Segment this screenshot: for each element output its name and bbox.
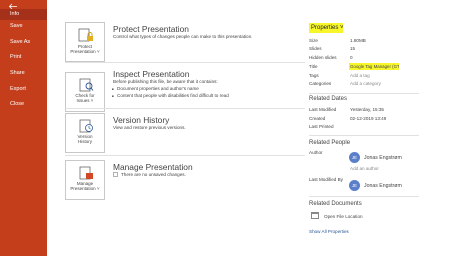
last-modified-by-name[interactable]: Jonas Engstrøm [364,183,402,189]
backstage-sidebar: Info Save Save As Print Share Export Clo… [0,0,47,256]
properties-dropdown[interactable]: Properties ˅ [309,23,344,33]
inspect-section: Check for Issues ˅ Inspect Presentation … [65,69,300,112]
protect-presentation-button[interactable]: Protect Presentation ˅ [65,22,105,62]
lock-icon [78,28,93,42]
property-label: Tags [309,73,319,78]
divider [65,155,305,156]
title-field[interactable]: Google Tag Manager (GT [349,63,399,70]
related-dates-heading: Related Dates [309,96,348,102]
card-label-line-2: Presentation ˅ [70,186,100,191]
sidebar-item-export[interactable]: Export [0,84,47,95]
property-label: Title [309,64,318,69]
author-label: Author [309,150,323,155]
author-name[interactable]: Jonas Engstrøm [364,155,402,161]
property-value: 15 [350,46,356,51]
section-title: Version History [113,115,170,125]
date-label: Created [309,116,326,121]
bullet-item: Content that people with disabilities fi… [112,93,229,98]
date-label: Last Modified [309,107,337,112]
document-icon [113,172,118,177]
version-history-icon [79,119,93,133]
version-history-button[interactable]: Version History [65,113,105,153]
section-title: Protect Presentation [113,24,189,34]
show-all-properties-link[interactable]: Show All Properties [309,229,349,234]
manage-presentation-icon [79,166,93,180]
last-modified-by-label: Last Modified By [309,177,343,182]
sidebar-item-save[interactable]: Save [0,21,47,32]
date-value: Yesterday, 15:35 [350,107,384,112]
property-label: Size [309,38,318,43]
card-label-line-2: Issues ˅ [76,98,94,103]
section-description: There are no unsaved changes. [121,172,186,177]
folder-icon [311,212,319,219]
divider [309,135,419,136]
sidebar-item-save-as[interactable]: Save As [0,37,47,48]
inspect-document-icon [79,78,94,92]
open-file-location-link[interactable]: Open File Location [324,214,363,219]
manage-presentation-section: Manage Presentation ˅ Manage Presentatio… [65,160,300,200]
property-label: Hidden slides [309,55,337,60]
version-history-section: Version History Version History View and… [65,113,300,153]
date-value: 02-12-2019 13:49 [350,116,387,121]
section-description: View and restore previous versions. [113,125,186,130]
sidebar-item-info[interactable]: Info [0,9,47,20]
add-author-link[interactable]: Add an author [350,166,379,171]
section-title: Inspect Presentation [113,69,190,79]
section-description: Before publishing this file, be aware th… [113,79,218,84]
info-main-panel: Protect Presentation ˅ Protect Presentat… [47,0,474,256]
tags-field[interactable]: Add a tag [350,73,370,78]
card-label-line-2: Presentation ˅ [70,49,100,54]
divider [65,108,305,109]
related-documents-heading: Related Documents [309,201,362,207]
card-label-line-2: History [77,139,92,144]
protect-section: Protect Presentation ˅ Protect Presentat… [65,22,300,66]
related-people-heading: Related People [309,140,351,146]
property-label: Slides [309,46,322,51]
divider [309,93,419,94]
property-value: 1.80MB [350,38,366,43]
categories-field[interactable]: Add a category [350,81,381,86]
avatar: JE [349,152,360,163]
divider [65,62,305,63]
sidebar-item-close[interactable]: Close [0,99,47,110]
property-label: Categories [309,81,332,86]
manage-presentation-button[interactable]: Manage Presentation ˅ [65,160,105,200]
section-title: Manage Presentation [113,162,193,172]
avatar: JE [349,180,360,191]
sidebar-item-print[interactable]: Print [0,52,47,63]
bullet-item: Document properties and author's name [112,86,199,91]
property-value: 0 [350,55,353,60]
sidebar-item-share[interactable]: Share [0,68,47,79]
check-for-issues-button[interactable]: Check for Issues ˅ [65,72,105,112]
section-description: Control what types of changes people can… [113,34,253,39]
date-label: Last Printed [309,124,334,129]
divider [309,196,419,197]
